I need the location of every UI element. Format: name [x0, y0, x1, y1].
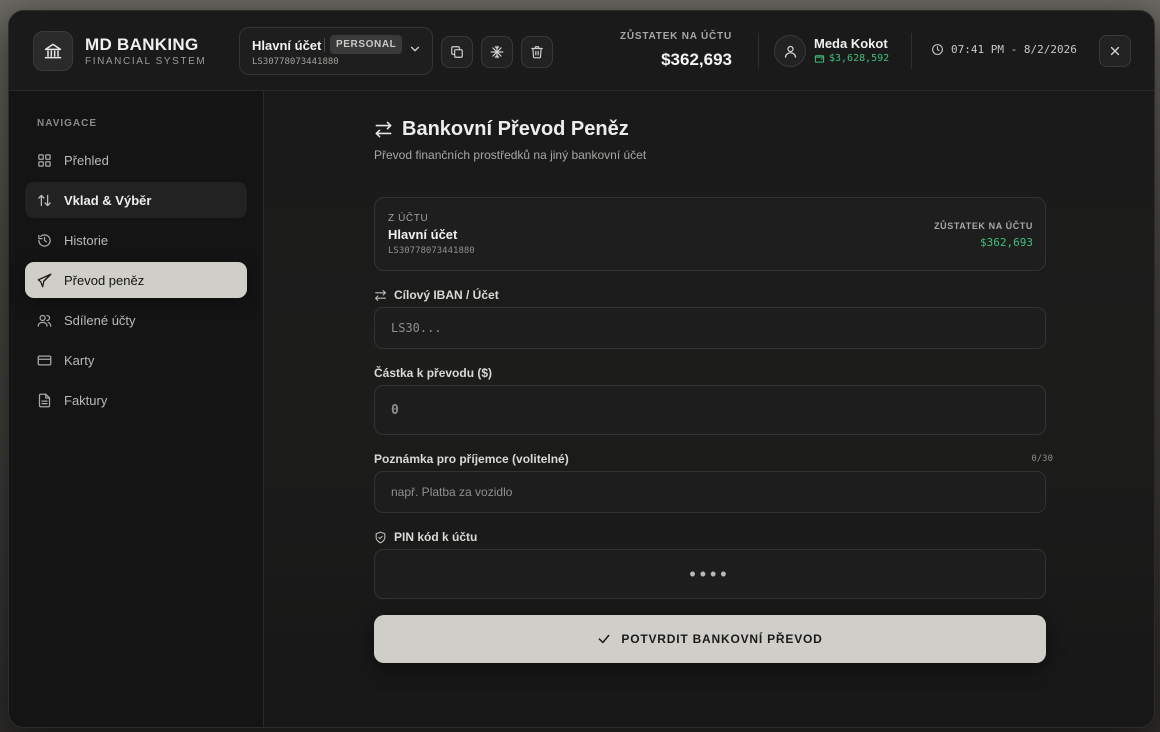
- sidebar-item-cards[interactable]: Karty: [25, 342, 247, 378]
- account-type-badge: PERSONAL: [330, 35, 403, 54]
- clock: 07:41 PM - 8/2/2026: [931, 43, 1077, 56]
- page-title: Bankovní Převod Peněz: [402, 118, 629, 140]
- page-title-row: Bankovní Převod Peněz: [374, 118, 629, 141]
- note-label: Poznámka pro příjemce (volitelné): [374, 452, 569, 466]
- freeze-button[interactable]: [481, 36, 513, 68]
- bank-icon: [33, 31, 73, 71]
- sidebar-item-label: Karty: [64, 352, 95, 368]
- confirm-transfer-button[interactable]: POTVRDIT BANKOVNÍ PŘEVOD: [374, 615, 1046, 663]
- transfer-arrows-icon: [375, 289, 386, 301]
- iban-label: Cílový IBAN / Účet: [374, 288, 499, 302]
- close-button[interactable]: [1099, 35, 1131, 67]
- user-icon: [783, 44, 798, 59]
- iban-label-text: Cílový IBAN / Účet: [394, 288, 499, 302]
- from-account-iban: LS30778073441880: [388, 246, 475, 256]
- iban-input[interactable]: [374, 307, 1046, 349]
- from-account-card: Z ÚČTU Hlavní účet LS30778073441880 ZŮST…: [374, 197, 1046, 271]
- from-account-name: Hlavní účet: [388, 227, 458, 242]
- sidebar-item-label: Přehled: [64, 152, 109, 168]
- sidebar-title: NAVIGACE: [37, 118, 98, 129]
- note-char-counter: 0/30: [1031, 454, 1053, 464]
- from-account-balance: $362,693: [980, 236, 1033, 249]
- sidebar-item-label: Faktury: [64, 392, 108, 408]
- card-icon: [37, 353, 52, 368]
- snowflake-icon: [490, 45, 504, 59]
- history-icon: [37, 233, 52, 248]
- check-icon: [597, 632, 611, 646]
- wallet-icon: [814, 55, 825, 63]
- trash-icon: [530, 45, 544, 59]
- sidebar-item-transfer[interactable]: Převod peněz: [25, 262, 247, 298]
- transfer-panel: Bankovní Převod Peněz Převod finančních …: [264, 91, 1154, 727]
- brand-title: MD BANKING: [85, 35, 199, 54]
- sidebar-item-history[interactable]: Historie: [25, 222, 247, 258]
- clock-text: 07:41 PM - 8/2/2026: [951, 43, 1077, 56]
- chevron-down-icon: [408, 42, 422, 56]
- pin-input[interactable]: [374, 549, 1046, 599]
- note-input[interactable]: [374, 471, 1046, 513]
- grid-icon: [37, 153, 52, 168]
- transfer-arrows-icon: [374, 120, 393, 139]
- sidebar-item-overview[interactable]: Přehled: [25, 142, 247, 178]
- account-selector-divider: [324, 38, 325, 52]
- user-cash-value: $3,628,592: [829, 53, 890, 64]
- sidebar-item-label: Historie: [64, 232, 109, 248]
- account-selector-iban: LS30778073441880: [252, 57, 339, 67]
- amount-input[interactable]: [374, 385, 1046, 435]
- header-separator: [758, 33, 759, 69]
- close-icon: [1108, 44, 1122, 58]
- header-balance-label: ZŮSTATEK NA ÚČTU: [619, 31, 732, 42]
- users-icon: [37, 313, 52, 328]
- delete-button[interactable]: [521, 36, 553, 68]
- header-balance-value: $362,693: [661, 50, 732, 69]
- pin-label: PIN kód k účtu: [374, 530, 477, 544]
- copy-icon: [450, 45, 464, 59]
- user-cash: $3,628,592: [814, 53, 889, 64]
- sidebar-item-label: Převod peněz: [64, 272, 145, 288]
- amount-label: Částka k převodu ($): [374, 366, 493, 380]
- from-account-label: Z ÚČTU: [388, 213, 429, 224]
- arrows-updown-icon: [37, 193, 52, 208]
- from-account-balance-label: ZŮSTATEK NA ÚČTU: [934, 221, 1033, 231]
- header-separator: [911, 33, 912, 69]
- shield-check-icon: [375, 531, 386, 543]
- document-icon: [37, 393, 52, 408]
- page-subtitle: Převod finančních prostředků na jiný ban…: [374, 148, 647, 162]
- sidebar-item-shared-accounts[interactable]: Sdílené účty: [25, 302, 247, 338]
- send-icon: [37, 273, 52, 288]
- account-selector[interactable]: Hlavní účet PERSONAL LS30778073441880: [239, 27, 433, 75]
- user-avatar[interactable]: [774, 35, 806, 67]
- sidebar-item-invoices[interactable]: Faktury: [25, 382, 247, 418]
- account-selector-name: Hlavní účet: [252, 38, 322, 53]
- sidebar-item-label: Sdílené účty: [64, 312, 136, 328]
- sidebar-item-label: Vklad & Výběr: [64, 192, 152, 208]
- pin-label-text: PIN kód k účtu: [394, 530, 478, 544]
- header: MD BANKING FINANCIAL SYSTEM Hlavní účet …: [9, 11, 1154, 91]
- sidebar-item-deposit-withdraw[interactable]: Vklad & Výběr: [25, 182, 247, 218]
- brand-subtitle: FINANCIAL SYSTEM: [85, 56, 207, 67]
- clock-icon: [932, 44, 943, 55]
- copy-button[interactable]: [441, 36, 473, 68]
- banking-window: MD BANKING FINANCIAL SYSTEM Hlavní účet …: [8, 10, 1155, 728]
- sidebar: NAVIGACE Přehled Vklad & Výběr Historie …: [9, 91, 264, 727]
- confirm-transfer-label: POTVRDIT BANKOVNÍ PŘEVOD: [621, 632, 823, 646]
- user-name: Meda Kokot: [814, 36, 888, 51]
